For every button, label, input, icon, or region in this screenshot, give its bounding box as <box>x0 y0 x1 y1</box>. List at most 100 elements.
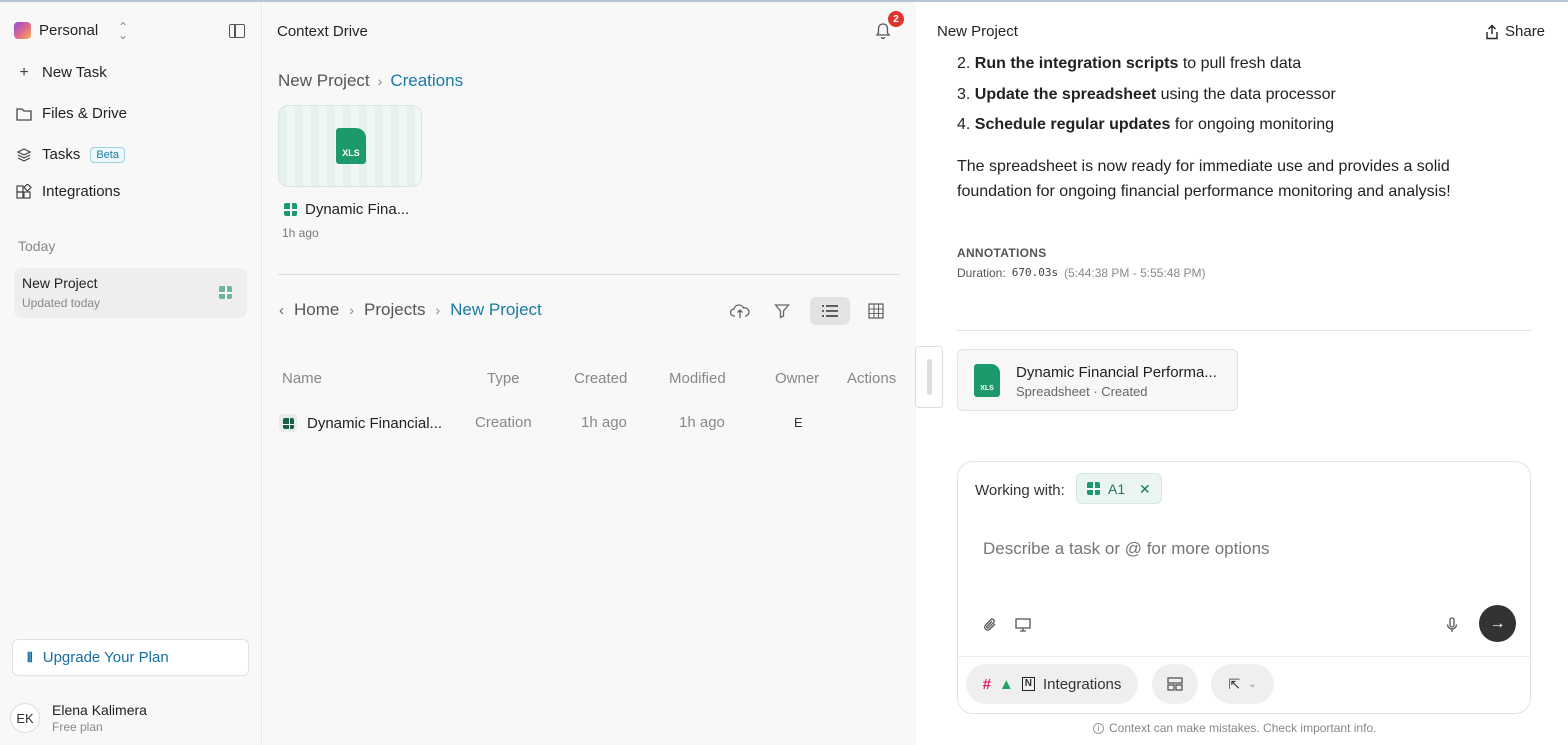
column-header[interactable]: Owner <box>775 370 819 387</box>
file-meta: Spreadsheet · Created <box>1016 384 1148 399</box>
integrations-button[interactable]: # ▲ N Integrations <box>966 664 1138 704</box>
project-item[interactable]: New Project Updated today <box>14 268 247 318</box>
spreadsheet-icon <box>219 286 232 299</box>
paperclip-icon[interactable] <box>979 614 1001 636</box>
workspace-name: Personal <box>39 22 99 39</box>
step-bold: Update the spreadsheet <box>974 86 1157 103</box>
duration-value: 670.03s <box>1011 266 1059 279</box>
share-button[interactable]: Share <box>1485 23 1545 40</box>
file-attachment-card[interactable]: XLS Dynamic Financial Performa... Spread… <box>957 349 1238 411</box>
list-view-icon[interactable] <box>810 297 850 325</box>
list-item: 3. Update the spreadsheet using the data… <box>957 86 1336 104</box>
monitor-icon[interactable] <box>1012 614 1034 636</box>
xls-file-icon: XLS <box>336 128 366 164</box>
nav-new-task[interactable]: + New Task <box>16 63 107 82</box>
project-name: New Project <box>22 275 98 291</box>
notification-badge: 2 <box>888 11 904 27</box>
chevron-right-icon: › <box>349 302 355 318</box>
avatar: EK <box>10 703 40 733</box>
column-header[interactable]: Type <box>487 370 520 387</box>
chevron-up-down-icon[interactable]: ⌃ ⌄ <box>118 21 128 41</box>
step-number: 2. <box>957 55 971 72</box>
beta-badge: Beta <box>90 146 125 163</box>
crumb-project[interactable]: New Project <box>278 71 370 91</box>
table-row[interactable]: Dynamic Financial... <box>279 414 442 432</box>
chevron-right-icon: › <box>377 73 383 89</box>
nav-label: Tasks <box>42 146 81 163</box>
spreadsheet-icon <box>1087 482 1100 495</box>
thumbnail-label[interactable]: Dynamic Fina... <box>284 201 409 218</box>
nav-files-drive[interactable]: Files & Drive <box>16 105 127 122</box>
row-type: Creation <box>475 414 532 431</box>
task-input[interactable] <box>983 539 1463 559</box>
nav-label: Files & Drive <box>42 105 128 122</box>
workspace-logo <box>14 22 31 39</box>
divider <box>957 330 1531 331</box>
annotations-heading: ANNOTATIONS <box>957 246 1047 260</box>
thumbnail-filename: Dynamic Fina... <box>305 201 410 218</box>
crumb-creations[interactable]: Creations <box>390 71 463 91</box>
disclaimer: i Context can make mistakes. Check impor… <box>1093 721 1376 735</box>
cursor-sparkle-icon: ⇱ <box>1228 675 1241 692</box>
row-filename: Dynamic Financial... <box>307 414 443 432</box>
working-with-label: Working with: <box>975 482 1065 499</box>
disclaimer-text: Context can make mistakes. Check importa… <box>1109 721 1377 735</box>
upload-cloud-icon[interactable] <box>723 297 757 325</box>
step-bold: Run the integration scripts <box>974 55 1179 72</box>
info-icon: i <box>1093 722 1104 734</box>
close-icon[interactable]: ✕ <box>1139 481 1151 498</box>
row-owner: E <box>794 415 803 430</box>
bell-icon[interactable] <box>875 22 891 40</box>
project-updated: Updated today <box>22 296 101 310</box>
grid-view-icon[interactable] <box>859 297 893 325</box>
thumbnail-time: 1h ago <box>282 226 319 240</box>
breadcrumb: ‹ Home › Projects › New Project <box>279 300 542 320</box>
nav-label: New Task <box>42 64 107 81</box>
step-bold: Schedule regular updates <box>974 116 1171 133</box>
duration-label: Duration: <box>957 266 1006 280</box>
sidebar-toggle-icon[interactable] <box>229 24 245 38</box>
send-button[interactable]: → <box>1479 605 1516 642</box>
user-plan: Free plan <box>52 720 103 734</box>
column-header[interactable]: Name <box>282 370 322 387</box>
filter-icon[interactable] <box>765 297 799 325</box>
row-modified: 1h ago <box>679 414 725 431</box>
layout-icon <box>1167 677 1183 691</box>
duration: Duration: 670.03s (5:44:38 PM - 5:55:48 … <box>957 266 1205 280</box>
nav-integrations[interactable]: Integrations <box>16 183 120 200</box>
layout-button[interactable] <box>1152 664 1198 704</box>
context-chip[interactable]: A1 ✕ <box>1076 473 1162 504</box>
workspace-switcher[interactable]: Personal <box>14 22 98 39</box>
column-header[interactable]: Created <box>574 370 627 387</box>
column-header[interactable]: Modified <box>669 370 726 387</box>
share-icon <box>1486 24 1498 39</box>
arrow-right-icon: → <box>1489 614 1506 632</box>
chip-label: A1 <box>1108 480 1126 497</box>
step-text: to pull fresh data <box>1178 55 1302 72</box>
slack-icon: # <box>982 675 991 693</box>
microphone-icon[interactable] <box>1441 614 1463 636</box>
user-profile[interactable]: EK Elena Kalimera Free plan <box>10 702 147 734</box>
upgrade-label: Upgrade Your Plan <box>42 649 169 666</box>
file-name: Dynamic Financial Performa... <box>1016 364 1217 381</box>
bars-icon: ⦀ <box>27 649 33 665</box>
step-number: 3. <box>957 86 971 103</box>
upgrade-button[interactable]: ⦀ Upgrade Your Plan <box>12 639 249 676</box>
crumb-projects[interactable]: Projects <box>364 300 425 320</box>
step-number: 4. <box>957 116 971 133</box>
plus-icon: + <box>19 63 29 81</box>
resize-handle[interactable] <box>915 346 943 408</box>
file-thumbnail[interactable]: XLS <box>278 105 422 187</box>
google-drive-icon: ▲ <box>998 675 1014 693</box>
share-label: Share <box>1505 23 1546 40</box>
crumb-new-project[interactable]: New Project <box>450 300 542 320</box>
user-name: Elena Kalimera <box>52 702 147 718</box>
chevron-down-icon: ⌄ <box>1248 678 1257 690</box>
crumb-home[interactable]: Home <box>294 300 339 320</box>
back-chevron-icon[interactable]: ‹ <box>279 302 284 319</box>
mode-dropdown[interactable]: ⇱ ⌄ <box>1211 664 1274 704</box>
nav-tasks[interactable]: Tasks Beta <box>16 146 125 163</box>
section-today: Today <box>18 238 56 254</box>
integrations-icon <box>16 183 32 200</box>
xls-file-icon: XLS <box>974 364 1000 397</box>
